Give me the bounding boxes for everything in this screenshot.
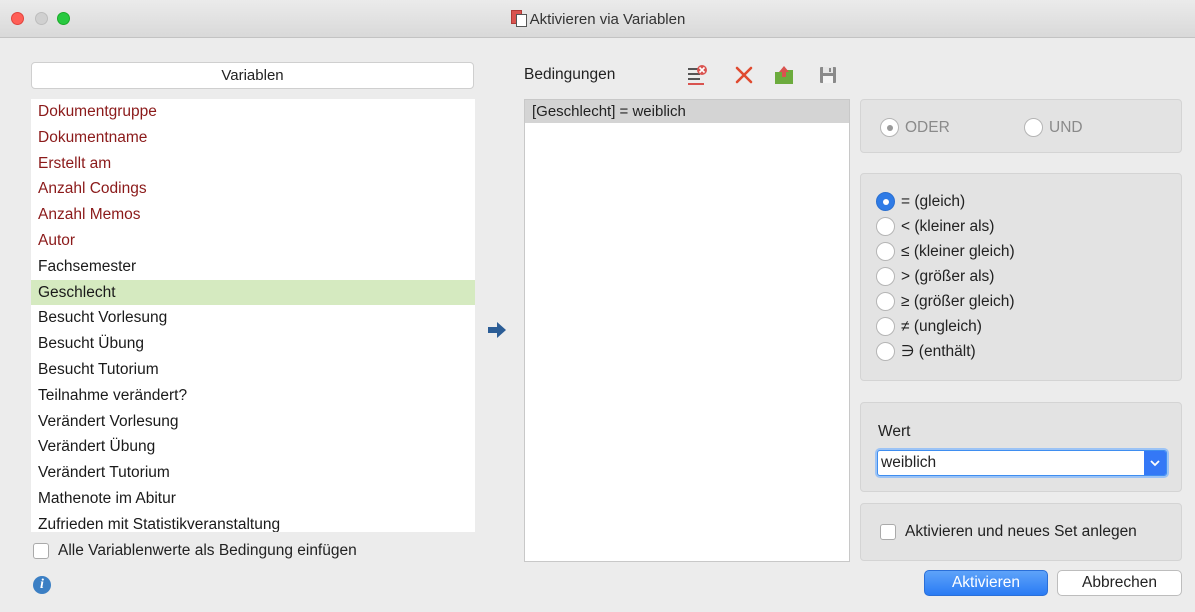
operator-label: ∋ (enthält)	[901, 343, 976, 360]
und-option: UND	[1024, 118, 1083, 137]
value-panel: Wert weiblich	[860, 402, 1182, 492]
create-set-option[interactable]: Aktivieren und neues Set anlegen	[880, 523, 1137, 541]
document-activation-icon	[510, 10, 527, 27]
variable-item[interactable]: Besucht Tutorium	[31, 357, 475, 383]
window-title: Aktivieren via Variablen	[0, 10, 1195, 28]
operator-option[interactable]: = (gleich)	[876, 192, 965, 211]
operator-option[interactable]: ≥ (größer gleich)	[876, 292, 1015, 311]
info-icon[interactable]: i	[33, 576, 51, 594]
variable-item[interactable]: Dokumentgruppe	[31, 99, 475, 125]
variable-item[interactable]: Zufrieden mit Statistikveranstaltung	[31, 512, 475, 532]
variables-list[interactable]: Dokumentgruppe Dokumentname Erstellt am Anz…	[31, 99, 475, 532]
variable-item[interactable]: Besucht Übung	[31, 331, 475, 357]
value-label: Wert	[878, 423, 911, 440]
operator-radio[interactable]	[876, 342, 895, 361]
variable-item[interactable]: Verändert Vorlesung	[31, 409, 475, 435]
operator-radio[interactable]	[876, 292, 895, 311]
variable-item[interactable]: Verändert Übung	[31, 434, 475, 460]
operator-option[interactable]: > (größer als)	[876, 267, 994, 286]
variable-item[interactable]: Autor	[31, 228, 475, 254]
chevron-down-icon[interactable]	[1144, 451, 1166, 475]
operator-option[interactable]: ≤ (kleiner gleich)	[876, 242, 1015, 261]
conditions-list[interactable]: [Geschlecht] = weiblich	[524, 99, 850, 562]
operator-label: ≤ (kleiner gleich)	[901, 242, 1015, 260]
cancel-button[interactable]: Abbrechen	[1057, 570, 1182, 596]
value-select[interactable]: weiblich	[877, 450, 1167, 476]
operator-radio[interactable]	[876, 217, 895, 236]
clear-conditions-icon[interactable]	[686, 64, 708, 86]
title-bar: Aktivieren via Variablen	[0, 0, 1195, 38]
operator-radio[interactable]	[876, 192, 895, 211]
variable-item[interactable]: Mathenote im Abitur	[31, 486, 475, 512]
oder-option: ODER	[880, 118, 950, 137]
oder-radio	[880, 118, 899, 137]
operator-radio[interactable]	[876, 242, 895, 261]
oder-label: ODER	[905, 118, 950, 136]
variable-item[interactable]: Fachsemester	[31, 254, 475, 280]
operators-panel: = (gleich) < (kleiner als) ≤ (kleiner glei…	[860, 173, 1182, 381]
add-condition-arrow-icon[interactable]	[488, 322, 506, 338]
open-icon[interactable]	[773, 64, 795, 86]
variable-item[interactable]: Erstellt am	[31, 151, 475, 177]
variable-item[interactable]: Anzahl Codings	[31, 176, 475, 202]
value-select-text: weiblich	[881, 454, 937, 471]
und-radio	[1024, 118, 1043, 137]
operator-label: ≠ (ungleich)	[901, 317, 982, 335]
save-icon[interactable]	[817, 64, 839, 86]
create-set-label: Aktivieren und neues Set anlegen	[905, 523, 1137, 540]
operator-radio[interactable]	[876, 317, 895, 336]
und-label: UND	[1049, 118, 1083, 136]
window-title-text: Aktivieren via Variablen	[529, 11, 686, 28]
operator-label: > (größer als)	[901, 267, 995, 285]
operator-option[interactable]: ≠ (ungleich)	[876, 317, 982, 336]
create-set-checkbox[interactable]	[880, 524, 896, 540]
operator-label: ≥ (größer gleich)	[901, 292, 1015, 310]
variable-item[interactable]: Geschlecht	[31, 279, 475, 306]
delete-icon[interactable]	[733, 64, 755, 86]
operator-label: = (gleich)	[901, 192, 966, 210]
variable-item[interactable]: Anzahl Memos	[31, 202, 475, 228]
insert-all-values-checkbox[interactable]	[33, 543, 49, 559]
operator-option[interactable]: < (kleiner als)	[876, 217, 994, 236]
conditions-label: Bedingungen	[524, 66, 616, 83]
variable-item[interactable]: Dokumentname	[31, 125, 475, 151]
variable-item[interactable]: Besucht Vorlesung	[31, 305, 475, 331]
operator-option[interactable]: ∋ (enthält)	[876, 342, 976, 361]
operator-label: < (kleiner als)	[901, 217, 995, 235]
variable-item[interactable]: Verändert Tutorium	[31, 460, 475, 486]
variables-header-button[interactable]: Variablen	[31, 62, 474, 89]
create-set-panel: Aktivieren und neues Set anlegen	[860, 503, 1182, 561]
operator-radio[interactable]	[876, 267, 895, 286]
insert-all-values-label: Alle Variablenwerte als Bedingung einfüg…	[58, 542, 357, 559]
condition-item[interactable]: [Geschlecht] = weiblich	[525, 100, 849, 123]
variable-item[interactable]: Teilnahme verändert?	[31, 383, 475, 409]
insert-all-values-option[interactable]: Alle Variablenwerte als Bedingung einfüg…	[33, 540, 357, 562]
activate-button[interactable]: Aktivieren	[924, 570, 1048, 596]
logic-panel: ODER UND	[860, 99, 1182, 153]
